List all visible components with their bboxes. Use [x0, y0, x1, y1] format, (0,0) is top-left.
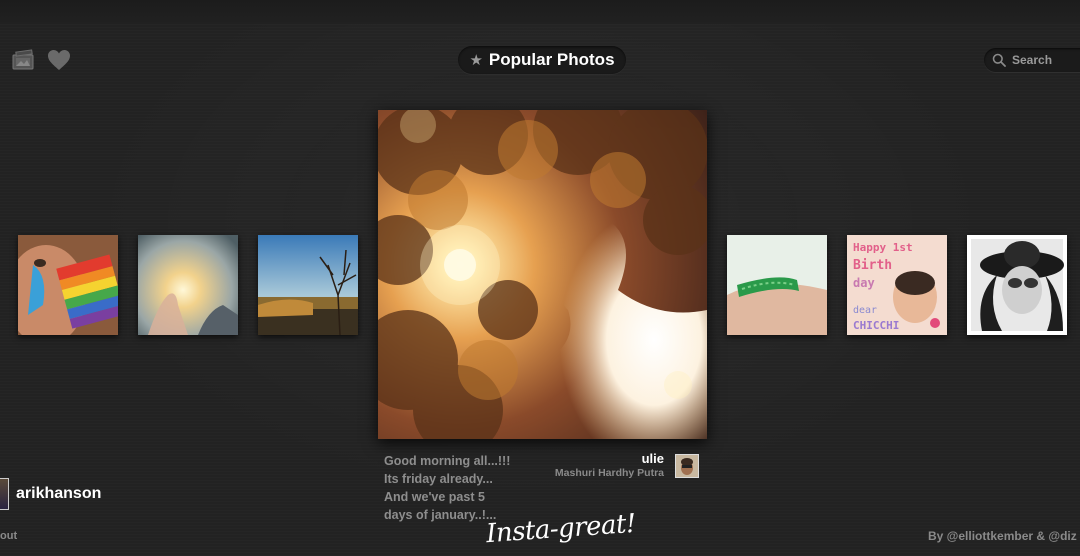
svg-text:Happy 1st: Happy 1st [853, 241, 913, 254]
owner-username[interactable]: ulie [642, 451, 664, 466]
thumbnail-green-bracelet[interactable] [727, 235, 827, 335]
thumbnail-sunlight-hand[interactable] [138, 235, 238, 335]
thumbnail-autumn-tree[interactable] [258, 235, 358, 335]
search-box[interactable] [984, 48, 1080, 72]
svg-text:Birth: Birth [853, 258, 892, 273]
search-input[interactable] [1010, 52, 1080, 68]
previous-user[interactable]: arikhanson [0, 477, 101, 511]
svg-text:day: day [853, 276, 875, 290]
credits[interactable]: By @elliottkember & @diz [928, 529, 1077, 543]
photo-stack-icon[interactable] [10, 47, 36, 73]
star-icon: ★ [469, 51, 483, 69]
previous-username: arikhanson [16, 485, 102, 502]
svg-text:CHICCHI: CHICCHI [853, 319, 899, 332]
owner-avatar[interactable] [675, 454, 699, 478]
owner-fullname: Mashuri Hardhy Putra [554, 467, 664, 479]
avatar [0, 478, 9, 510]
page-title[interactable]: ★ Popular Photos [458, 46, 626, 74]
page-title-label: Popular Photos [488, 50, 615, 69]
caption-line: Its friday already... [384, 472, 493, 486]
main-photo[interactable] [378, 110, 707, 439]
svg-text:dear: dear [853, 305, 877, 316]
thumbnail-woman-hat[interactable] [967, 235, 1067, 335]
top-bar [0, 0, 1080, 24]
heart-icon[interactable] [46, 47, 72, 73]
thumbnail-birthday-baby[interactable]: Happy 1st Birth day dear CHICCHI [847, 235, 947, 335]
caption-line: Good morning all...!!! [384, 454, 511, 468]
caption-line: And we've past 5 [384, 490, 485, 504]
photo-caption: Good morning all...!!! Its friday alread… [384, 452, 534, 524]
thumbnail-painted-face[interactable] [18, 235, 118, 335]
about-link[interactable]: out [0, 530, 17, 542]
magnifier-icon [992, 53, 1006, 67]
